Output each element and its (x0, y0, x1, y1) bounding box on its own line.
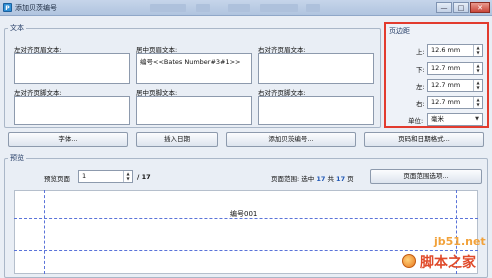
spinner-arrows-icon[interactable]: ▲ ▼ (473, 63, 482, 74)
unit-label: 单位: (408, 117, 424, 125)
toolbar-item-faded (150, 4, 186, 12)
preview-page-value: 1 (82, 172, 87, 180)
margin-left-value: 12.7 mm (431, 81, 461, 89)
page-range-options-button[interactable]: 页面范围选项... (370, 169, 482, 184)
spinner-arrows-icon[interactable]: ▲ ▼ (473, 80, 482, 91)
preview-bates-stamp: 编号001 (230, 210, 258, 218)
minimize-button[interactable]: — (436, 2, 452, 13)
preview-page-label: 预览页面 (44, 175, 70, 183)
center-header-input[interactable]: 编号<<Bates Number#3#1>> (136, 53, 252, 84)
left-footer-input[interactable] (14, 96, 130, 125)
unit-value: 毫米 (431, 115, 444, 123)
page-range-selected: 17 (316, 175, 326, 183)
page-range-total: 17 (336, 175, 346, 183)
spinner-arrows-icon[interactable]: ▲ ▼ (473, 97, 482, 108)
center-footer-input[interactable] (136, 96, 252, 125)
margin-bottom-value: 12.7 mm (431, 64, 461, 72)
preview-page-spinner[interactable]: 1 ▲ ▼ (78, 170, 133, 183)
margin-left-spinner[interactable]: 12.7 mm ▲ ▼ (427, 79, 483, 92)
watermark-name: 脚本之家 (420, 255, 476, 271)
watermark-logo-icon (402, 254, 416, 268)
page-range-suffix: 页 (347, 175, 354, 183)
page-date-format-button[interactable]: 页码和日期格式... (364, 132, 484, 147)
left-header-input[interactable] (14, 53, 130, 84)
margins-label: 页边距 (389, 27, 410, 35)
unit-select[interactable]: 毫米 ▼ (427, 113, 483, 126)
toolbar-item-faded (306, 4, 320, 12)
margin-top-value: 12.6 mm (431, 46, 461, 54)
margin-left-label: 左: (416, 83, 425, 91)
text-group-label: 文本 (8, 23, 26, 33)
app-icon: P (3, 3, 12, 12)
add-bates-number-button[interactable]: 添加贝茨编号... (226, 132, 356, 147)
toolbar-item-faded (228, 4, 250, 12)
preview-group-label: 预览 (8, 153, 26, 163)
spinner-arrows-icon[interactable]: ▲ ▼ (473, 45, 482, 56)
margin-right-value: 12.7 mm (431, 98, 461, 106)
page-range-mid: 共 (327, 175, 334, 183)
toolbar-item-faded (196, 4, 210, 12)
margin-right-label: 右: (416, 100, 425, 108)
right-header-input[interactable] (258, 53, 374, 84)
right-footer-input[interactable] (258, 96, 374, 125)
margin-top-spinner[interactable]: 12.6 mm ▲ ▼ (427, 44, 483, 57)
window-title: 添加贝茨编号 (15, 4, 57, 12)
maximize-button[interactable]: □ (453, 2, 469, 13)
margin-bottom-spinner[interactable]: 12.7 mm ▲ ▼ (427, 62, 483, 75)
margin-right-spinner[interactable]: 12.7 mm ▲ ▼ (427, 96, 483, 109)
total-pages: / 17 (137, 173, 151, 181)
margin-bottom-label: 下: (416, 66, 425, 74)
margin-top-label: 上: (416, 48, 425, 56)
page-range-info: 页面范围: 选中 17 共 17 页 (271, 173, 354, 183)
center-header-value: 编号<<Bates Number#3#1>> (140, 58, 241, 66)
font-button[interactable]: 字体... (8, 132, 128, 147)
header-margin-guide (14, 250, 478, 251)
watermark-site: jb51.net (434, 235, 486, 248)
close-button[interactable]: ✕ (470, 2, 490, 13)
toolbar-item-faded (260, 4, 298, 12)
insert-date-button[interactable]: 插入日期 (136, 132, 218, 147)
page-range-label: 页面范围: 选中 (271, 175, 315, 183)
left-margin-guide (44, 190, 45, 274)
chevron-down-icon: ▼ (475, 116, 479, 122)
spinner-arrows-icon[interactable]: ▲ ▼ (123, 171, 132, 182)
